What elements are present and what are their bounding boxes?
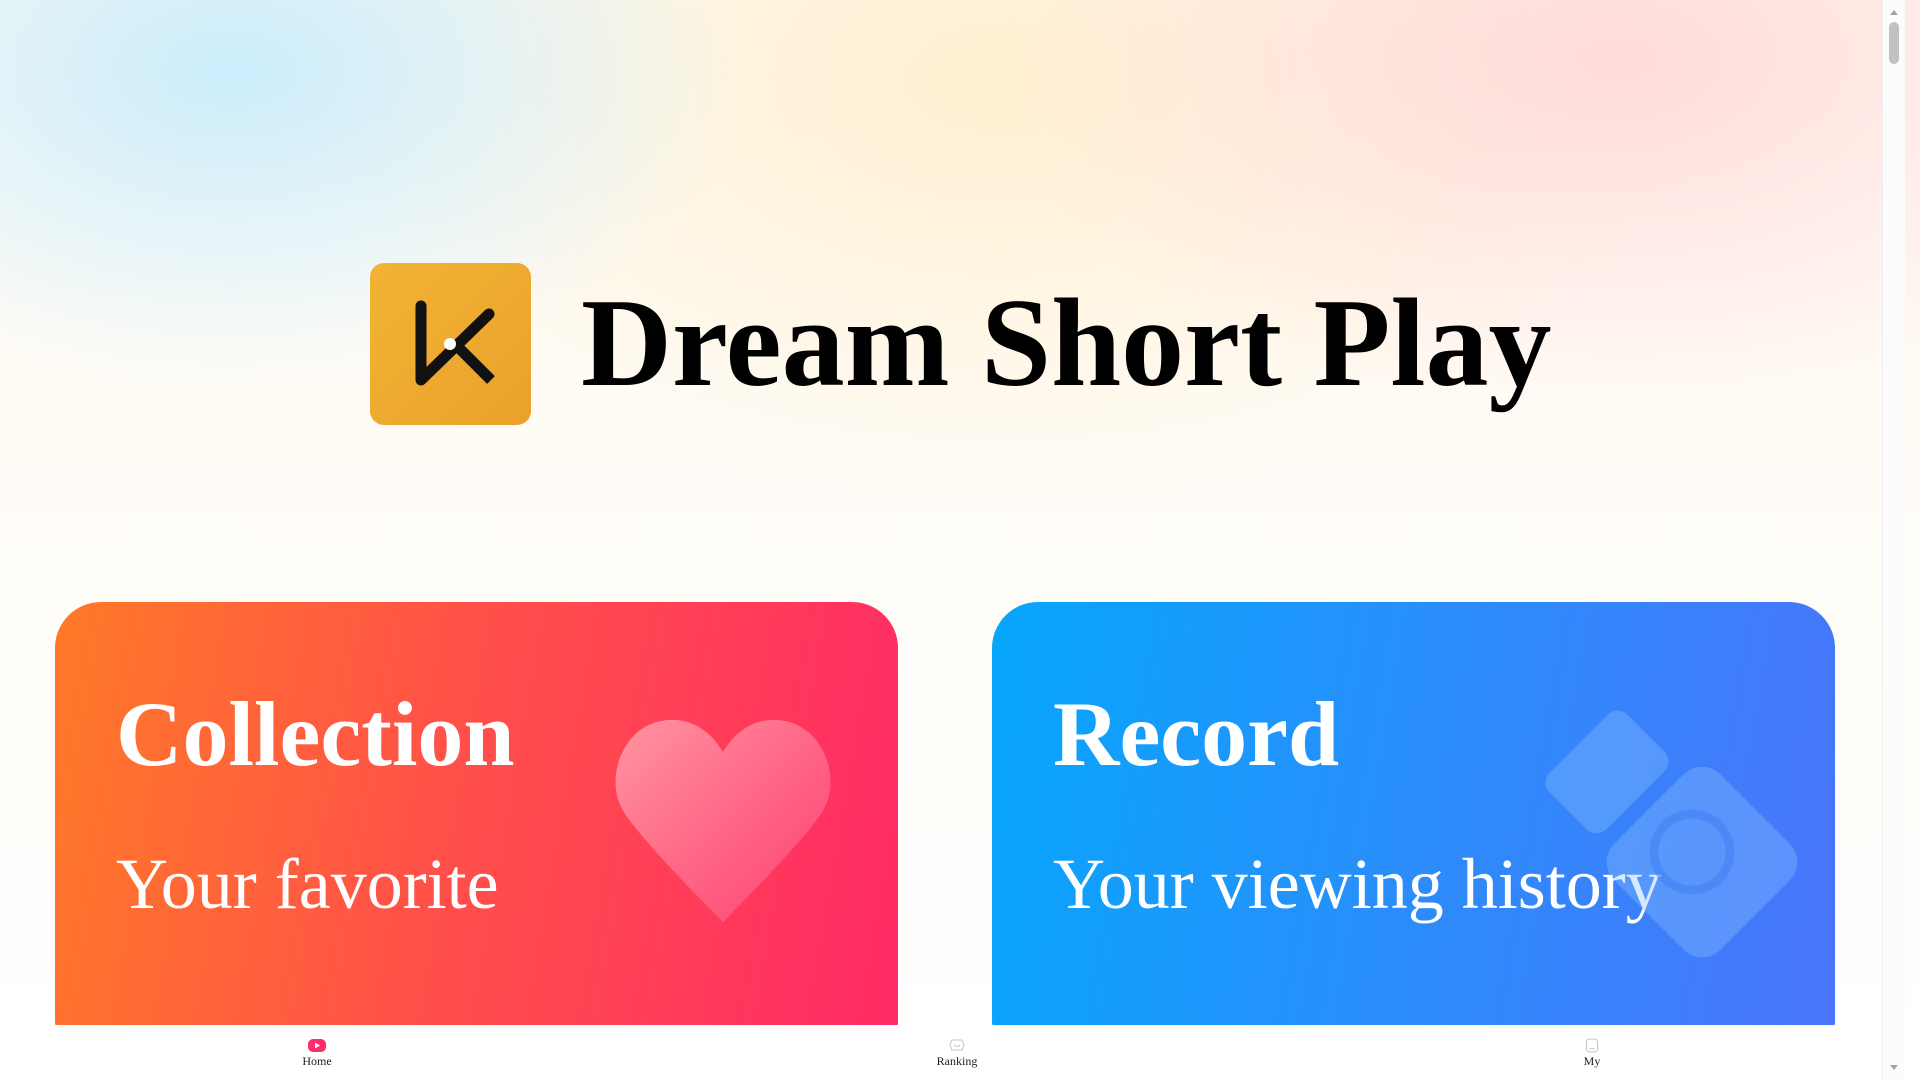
scrollbar-thumb[interactable] (1889, 22, 1899, 64)
scroll-down-arrow-icon[interactable] (1890, 1065, 1898, 1070)
tab-my[interactable]: My (1532, 1037, 1652, 1068)
collection-card-subtitle: Your favorite (116, 844, 499, 924)
app-title: Dream Short Play (581, 274, 1552, 413)
tab-ranking-label: Ranking (936, 1054, 978, 1068)
tab-home[interactable]: Home (257, 1037, 377, 1068)
bottom-tab-bar: Home Ranking My (0, 1025, 1882, 1080)
play-icon (308, 1037, 326, 1053)
app-page: Dream Short Play Collection Your favorit… (0, 0, 1920, 1080)
scissors-play-logo-icon (415, 300, 495, 386)
collection-card[interactable]: Collection Your favorite (55, 602, 898, 1032)
heart-icon (615, 719, 831, 922)
film-history-icon (1545, 710, 1798, 958)
record-card-title: Record (1053, 683, 1340, 785)
vertical-scrollbar[interactable] (1882, 0, 1905, 1080)
scroll-up-arrow-icon[interactable] (1890, 10, 1898, 15)
app-logo (370, 263, 531, 425)
tab-ranking[interactable]: Ranking (897, 1037, 1017, 1068)
tab-home-label: Home (302, 1054, 332, 1068)
brand-header: Dream Short Play (370, 263, 1552, 425)
tab-my-label: My (1583, 1054, 1601, 1068)
ranking-icon (949, 1037, 965, 1053)
user-icon (1585, 1037, 1599, 1053)
record-card[interactable]: Record Your viewing history (992, 602, 1835, 1032)
collection-card-title: Collection (116, 683, 515, 785)
